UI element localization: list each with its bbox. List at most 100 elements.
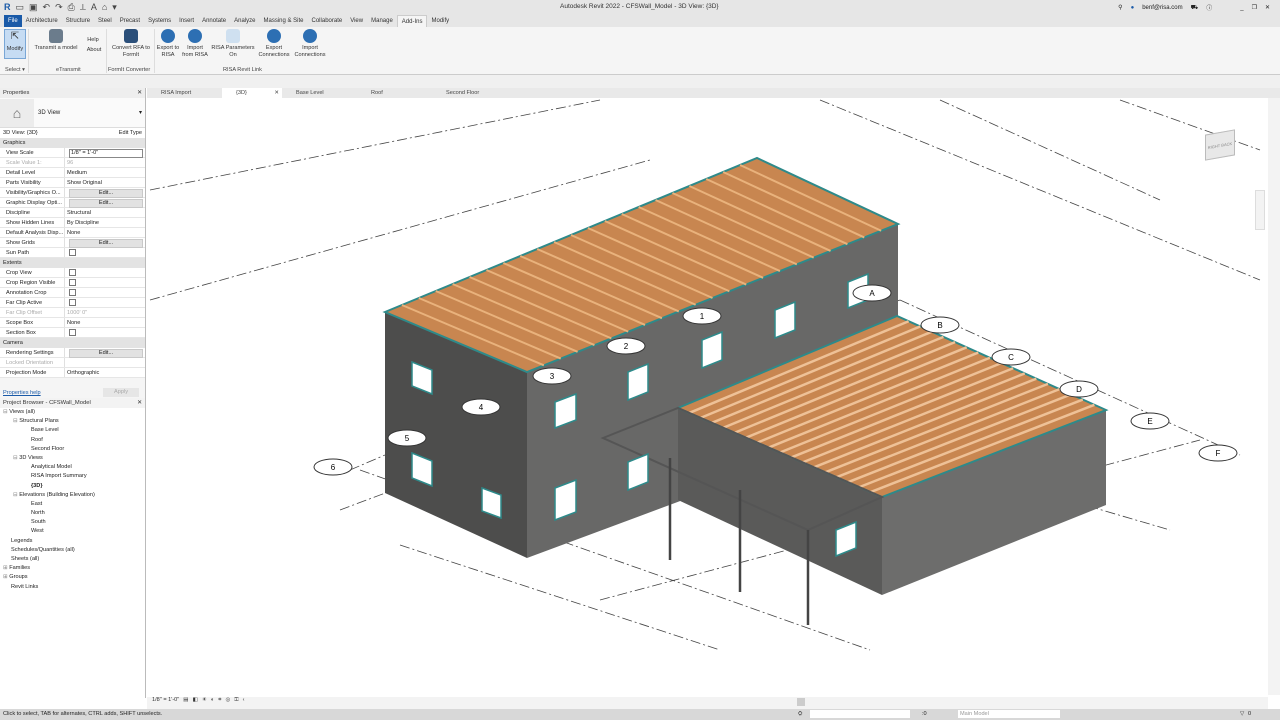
browser-item[interactable]: North: [3, 509, 145, 518]
browser-item[interactable]: {3D}: [3, 482, 145, 491]
tab-add-ins[interactable]: Add-Ins: [396, 15, 428, 27]
export-to-risa-button[interactable]: Export to RISA: [156, 29, 180, 59]
text-icon[interactable]: A: [91, 2, 97, 13]
property-value[interactable]: Edit...: [65, 238, 145, 248]
tab-systems[interactable]: Systems: [144, 15, 175, 27]
group-header[interactable]: Graphics: [0, 138, 145, 148]
group-header[interactable]: Extents: [0, 258, 145, 268]
property-value[interactable]: Orthographic: [65, 368, 145, 377]
browser-item[interactable]: ⊟ Structural Plans: [3, 417, 145, 426]
type-selector[interactable]: ⌂ 3D View ▾: [0, 98, 145, 128]
browser-item[interactable]: Revit Links: [3, 583, 145, 592]
close-icon[interactable]: ✕: [137, 88, 142, 98]
tab-collaborate[interactable]: Collaborate: [308, 15, 347, 27]
horizontal-scrollbar[interactable]: [147, 697, 1268, 709]
property-value[interactable]: None: [65, 228, 145, 237]
vertical-scrollbar[interactable]: [1268, 98, 1280, 695]
property-value[interactable]: Structural: [65, 208, 145, 217]
property-value[interactable]: [65, 298, 145, 307]
export-connections-button[interactable]: Export Connections: [257, 29, 291, 59]
property-value[interactable]: By Discipline: [65, 218, 145, 227]
help-icon[interactable]: ⓘ: [1206, 3, 1212, 12]
restore-icon[interactable]: ❐: [1252, 4, 1257, 11]
design-option-dropdown[interactable]: Main Model: [958, 710, 1060, 718]
view-tab[interactable]: RISA Import Summary: [147, 88, 222, 106]
property-value[interactable]: Medium: [65, 168, 145, 177]
collapse-icon[interactable]: ‹: [243, 697, 245, 704]
3d-view-icon[interactable]: ⌂: [102, 2, 107, 13]
tab-annotate[interactable]: Annotate: [198, 15, 230, 27]
tab-structure[interactable]: Structure: [62, 15, 94, 27]
viewcube[interactable]: RIGHT BACK: [1195, 128, 1247, 168]
browser-item[interactable]: Schedules/Quantities (all): [3, 546, 145, 555]
browser-item[interactable]: ⊞ Groups: [3, 573, 145, 582]
tab-steel[interactable]: Steel: [94, 15, 116, 27]
browser-item[interactable]: Analytical Model: [3, 463, 145, 472]
property-value[interactable]: Edit...: [65, 188, 145, 198]
tab-precast[interactable]: Precast: [116, 15, 144, 27]
tab-analyze[interactable]: Analyze: [230, 15, 259, 27]
tab-architecture[interactable]: Architecture: [22, 15, 62, 27]
save-icon[interactable]: ▣: [29, 2, 38, 13]
shadows-icon[interactable]: ◐: [211, 697, 214, 704]
lock-icon[interactable]: ⚿: [234, 697, 238, 704]
user-icon[interactable]: ●: [1131, 5, 1135, 11]
view-tab[interactable]: {3D} ✕: [222, 88, 282, 98]
browser-item[interactable]: ⊞ Families: [3, 564, 145, 573]
dropdown-icon[interactable]: ▾: [112, 2, 117, 13]
close-icon[interactable]: ✕: [137, 398, 142, 408]
redo-icon[interactable]: ↷: [55, 2, 63, 13]
property-value[interactable]: 1/8" = 1'-0": [65, 148, 145, 158]
worksets-icon[interactable]: ⛭: [798, 709, 802, 720]
checkbox[interactable]: [69, 269, 76, 276]
risa-parameters-button[interactable]: RISA Parameters On: [210, 29, 256, 59]
property-value[interactable]: [65, 288, 145, 297]
apply-button[interactable]: Apply: [103, 388, 139, 397]
properties-help-link[interactable]: Properties help: [3, 390, 41, 396]
tab-view[interactable]: View: [346, 15, 367, 27]
property-value[interactable]: [65, 328, 145, 337]
property-value[interactable]: Edit...: [65, 348, 145, 358]
browser-item[interactable]: Legends: [3, 537, 145, 546]
undo-icon[interactable]: ↶: [43, 2, 51, 13]
cart-icon[interactable]: ⛟: [1191, 4, 1199, 12]
tab-insert[interactable]: Insert: [175, 15, 198, 27]
browser-item[interactable]: Second Floor: [3, 445, 145, 454]
sun-path-icon[interactable]: ☀: [202, 697, 207, 704]
tab-modify[interactable]: Modify: [427, 15, 453, 27]
crop-icon[interactable]: ⌗: [218, 697, 221, 704]
browser-item[interactable]: South: [3, 518, 145, 527]
browser-item[interactable]: ⊟ Elevations (Building Elevation): [3, 491, 145, 500]
measure-icon[interactable]: ⟂: [80, 2, 86, 13]
tab-file[interactable]: File: [4, 15, 22, 27]
transmit-model-button[interactable]: Transmit a model: [30, 29, 82, 52]
group-header[interactable]: Camera: [0, 338, 145, 348]
browser-item[interactable]: ⊟ Views (all): [3, 408, 145, 417]
view-scale[interactable]: 1/8" = 1'-0": [152, 697, 179, 704]
close-tab-icon[interactable]: ✕: [274, 88, 279, 98]
revit-logo-icon[interactable]: R: [4, 2, 11, 13]
user-email[interactable]: benf@risa.com: [1142, 5, 1182, 11]
property-value[interactable]: [65, 278, 145, 287]
import-from-risa-button[interactable]: Import from RISA: [181, 29, 209, 59]
browser-item[interactable]: RISA Import Summary: [3, 472, 145, 481]
modify-button[interactable]: ⇱ Modify: [4, 29, 26, 59]
minimize-icon[interactable]: _: [1240, 5, 1243, 11]
about-button[interactable]: About: [84, 47, 104, 54]
view-tab[interactable]: Roof: [357, 88, 432, 98]
view-tab[interactable]: Second Floor: [432, 88, 507, 98]
hide-icon[interactable]: ◎: [225, 697, 230, 704]
browser-item[interactable]: Base Level: [3, 426, 145, 435]
browser-item[interactable]: West: [3, 527, 145, 536]
browser-item[interactable]: ⊟ 3D Views: [3, 454, 145, 463]
browser-item[interactable]: East: [3, 500, 145, 509]
filter-icon[interactable]: ▽: [1240, 709, 1244, 720]
instance-selector[interactable]: 3D View: {3D} Edit Type: [0, 128, 145, 138]
navigation-bar[interactable]: [1255, 190, 1265, 230]
edit-type-button[interactable]: Edit Type: [119, 128, 145, 138]
browser-item[interactable]: Roof: [3, 436, 145, 445]
select-panel-label[interactable]: Select ▾: [5, 67, 25, 73]
checkbox[interactable]: [69, 279, 76, 286]
open-icon[interactable]: ▭: [16, 2, 25, 13]
tab-manage[interactable]: Manage: [367, 15, 397, 27]
